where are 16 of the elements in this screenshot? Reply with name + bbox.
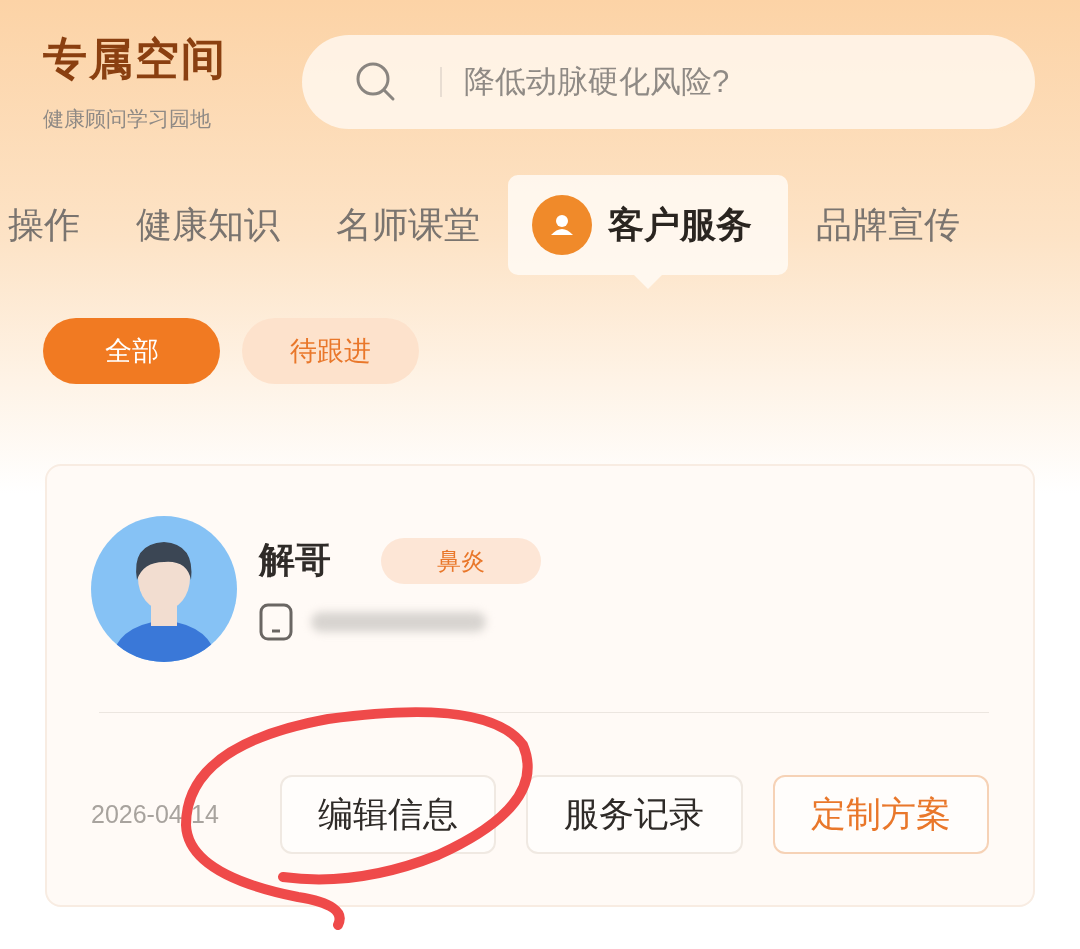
action-button[interactable]: 编辑信息 xyxy=(279,775,497,854)
tab[interactable]: 品牌宣传 xyxy=(788,175,988,275)
phone-icon xyxy=(259,603,293,641)
filter-chip[interactable]: 待跟进 xyxy=(242,318,419,384)
tab[interactable]: 操作 xyxy=(0,175,108,275)
tab[interactable]: 名师课堂 xyxy=(308,175,508,275)
condition-tag: 鼻炎 xyxy=(381,537,541,584)
action-button[interactable]: 定制方案 xyxy=(772,775,989,854)
filter-chip[interactable]: 全部 xyxy=(43,318,220,384)
tab[interactable]: 健康知识 xyxy=(108,175,308,275)
page-subtitle: 健康顾问学习园地 xyxy=(43,106,212,132)
page-title: 专属空间 xyxy=(43,33,227,85)
action-button[interactable]: 服务记录 xyxy=(526,775,743,854)
customer-name: 解哥 xyxy=(259,538,331,582)
person-icon xyxy=(532,195,592,255)
search-field[interactable]: 降低动脉硬化风险? xyxy=(302,34,1035,129)
